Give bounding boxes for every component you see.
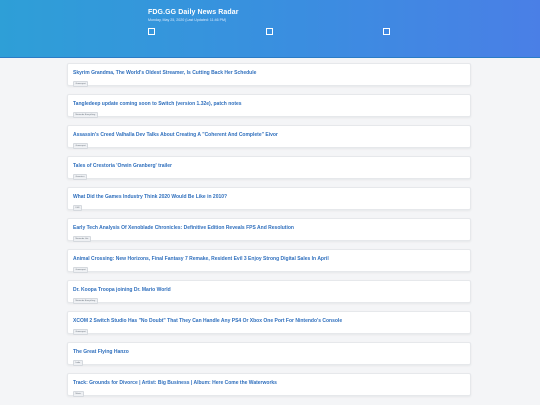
news-headline-link[interactable]: Tangledeep update coming soon to Switch … [73,101,242,107]
page-title: FDG.GG Daily News Radar [148,9,239,16]
news-headline-link[interactable]: Dr. Koopa Troopa joining Dr. Mario World [73,287,171,293]
source-tag: Nintendo Everything [73,298,98,304]
filter-checkbox-3[interactable] [383,28,390,35]
news-headline-link[interactable]: The Great Flying Hanzo [73,349,129,355]
news-headline-link[interactable]: Skyrim Grandma, The World's Oldest Strea… [73,70,256,76]
news-headline-link[interactable]: XCOM 2 Switch Studio Has "No Doubt" That… [73,318,342,324]
filter-checkbox-1[interactable] [148,28,155,35]
news-card[interactable]: XCOM 2 Switch Studio Has "No Doubt" That… [67,311,471,335]
news-headline-link[interactable]: Track: Grounds for Divorce | Artist: Big… [73,380,277,386]
news-headline-link[interactable]: Assassin's Creed Valhalla Dev Talks Abou… [73,132,278,138]
news-headline-link[interactable]: Animal Crossing: New Horizons, Final Fan… [73,256,329,262]
source-tag: Gamespot [73,81,89,87]
news-card[interactable]: Assassin's Creed Valhalla Dev Talks Abou… [67,125,471,149]
news-headline-link[interactable]: Tales of Crestoria 'Orwin Granberg' trai… [73,163,172,169]
source-tag: Music [73,391,84,397]
news-card[interactable]: Tales of Crestoria 'Orwin Granberg' trai… [67,156,471,180]
news-card[interactable]: The Great Flying Hanzo Indie [67,342,471,366]
news-card[interactable]: Early Tech Analysis Of Xenoblade Chronic… [67,218,471,242]
filter-checkbox-2[interactable] [266,28,273,35]
source-tag: Gematsu [73,174,87,180]
news-headline-link[interactable]: Early Tech Analysis Of Xenoblade Chronic… [73,225,294,231]
source-tag: Nintendo Everything [73,112,98,118]
news-card[interactable]: Track: Grounds for Divorce | Artist: Big… [67,373,471,397]
source-tag: Gamespot [73,267,89,273]
source-tag: Nintendo Life [73,236,91,242]
header-banner: FDG.GG Daily News Radar Monday, May 25, … [0,0,540,58]
source-tag: Indie [73,360,83,366]
news-card[interactable]: Tangledeep update coming soon to Switch … [67,94,471,118]
news-card[interactable]: Animal Crossing: New Horizons, Final Fan… [67,249,471,273]
news-card[interactable]: Dr. Koopa Troopa joining Dr. Mario World… [67,280,471,304]
news-card[interactable]: What Did the Games Industry Think 2020 W… [67,187,471,211]
news-card[interactable]: Skyrim Grandma, The World's Oldest Strea… [67,63,471,87]
source-tag: IGN [73,205,82,211]
last-updated-text: Monday, May 25, 2020 (Last Updated: 11:4… [148,18,227,22]
source-tag: Gamespot [73,143,89,149]
news-headline-link[interactable]: What Did the Games Industry Think 2020 W… [73,194,227,200]
source-tag: Gamespot [73,329,89,335]
